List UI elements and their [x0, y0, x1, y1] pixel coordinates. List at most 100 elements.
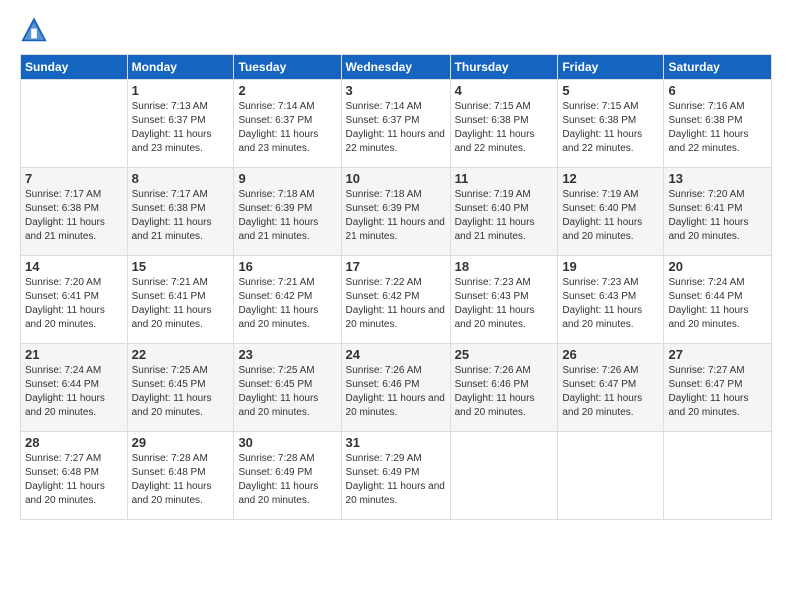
day-info: Sunrise: 7:19 AM Sunset: 6:40 PM Dayligh…: [455, 188, 554, 244]
day-number: 17: [346, 259, 446, 274]
day-number: 18: [455, 259, 554, 274]
day-number: 31: [346, 435, 446, 450]
calendar-cell: 2 Sunrise: 7:14 AM Sunset: 6:37 PM Dayli…: [234, 80, 341, 168]
calendar-cell: 6 Sunrise: 7:16 AM Sunset: 6:38 PM Dayli…: [664, 80, 772, 168]
calendar-cell: 23 Sunrise: 7:25 AM Sunset: 6:45 PM Dayl…: [234, 344, 341, 432]
weekday-header-saturday: Saturday: [664, 55, 772, 80]
week-row-5: 28 Sunrise: 7:27 AM Sunset: 6:48 PM Dayl…: [21, 432, 772, 520]
calendar-cell: 1 Sunrise: 7:13 AM Sunset: 6:37 PM Dayli…: [127, 80, 234, 168]
day-number: 25: [455, 347, 554, 362]
day-number: 22: [132, 347, 230, 362]
day-number: 29: [132, 435, 230, 450]
day-info: Sunrise: 7:15 AM Sunset: 6:38 PM Dayligh…: [562, 100, 659, 156]
weekday-header-wednesday: Wednesday: [341, 55, 450, 80]
day-number: 14: [25, 259, 123, 274]
week-row-4: 21 Sunrise: 7:24 AM Sunset: 6:44 PM Dayl…: [21, 344, 772, 432]
day-info: Sunrise: 7:19 AM Sunset: 6:40 PM Dayligh…: [562, 188, 659, 244]
day-info: Sunrise: 7:20 AM Sunset: 6:41 PM Dayligh…: [25, 276, 123, 332]
day-info: Sunrise: 7:23 AM Sunset: 6:43 PM Dayligh…: [455, 276, 554, 332]
day-info: Sunrise: 7:18 AM Sunset: 6:39 PM Dayligh…: [346, 188, 446, 244]
day-number: 7: [25, 171, 123, 186]
day-number: 1: [132, 83, 230, 98]
calendar-cell: [664, 432, 772, 520]
day-number: 21: [25, 347, 123, 362]
day-info: Sunrise: 7:14 AM Sunset: 6:37 PM Dayligh…: [238, 100, 336, 156]
calendar-cell: 25 Sunrise: 7:26 AM Sunset: 6:46 PM Dayl…: [450, 344, 558, 432]
day-info: Sunrise: 7:26 AM Sunset: 6:47 PM Dayligh…: [562, 364, 659, 420]
day-number: 24: [346, 347, 446, 362]
day-info: Sunrise: 7:23 AM Sunset: 6:43 PM Dayligh…: [562, 276, 659, 332]
day-number: 4: [455, 83, 554, 98]
day-info: Sunrise: 7:27 AM Sunset: 6:48 PM Dayligh…: [25, 452, 123, 508]
week-row-2: 7 Sunrise: 7:17 AM Sunset: 6:38 PM Dayli…: [21, 168, 772, 256]
weekday-header-monday: Monday: [127, 55, 234, 80]
calendar-cell: 22 Sunrise: 7:25 AM Sunset: 6:45 PM Dayl…: [127, 344, 234, 432]
calendar-cell: 15 Sunrise: 7:21 AM Sunset: 6:41 PM Dayl…: [127, 256, 234, 344]
day-info: Sunrise: 7:16 AM Sunset: 6:38 PM Dayligh…: [668, 100, 767, 156]
header: [20, 16, 772, 44]
calendar-cell: 19 Sunrise: 7:23 AM Sunset: 6:43 PM Dayl…: [558, 256, 664, 344]
calendar-cell: 17 Sunrise: 7:22 AM Sunset: 6:42 PM Dayl…: [341, 256, 450, 344]
page: SundayMondayTuesdayWednesdayThursdayFrid…: [0, 0, 792, 612]
day-number: 10: [346, 171, 446, 186]
day-info: Sunrise: 7:29 AM Sunset: 6:49 PM Dayligh…: [346, 452, 446, 508]
weekday-header-friday: Friday: [558, 55, 664, 80]
logo: [20, 16, 52, 44]
calendar-cell: [21, 80, 128, 168]
calendar-cell: 20 Sunrise: 7:24 AM Sunset: 6:44 PM Dayl…: [664, 256, 772, 344]
calendar-table: SundayMondayTuesdayWednesdayThursdayFrid…: [20, 54, 772, 520]
calendar-cell: 10 Sunrise: 7:18 AM Sunset: 6:39 PM Dayl…: [341, 168, 450, 256]
day-number: 12: [562, 171, 659, 186]
day-number: 23: [238, 347, 336, 362]
day-info: Sunrise: 7:21 AM Sunset: 6:42 PM Dayligh…: [238, 276, 336, 332]
day-info: Sunrise: 7:28 AM Sunset: 6:49 PM Dayligh…: [238, 452, 336, 508]
calendar-cell: 31 Sunrise: 7:29 AM Sunset: 6:49 PM Dayl…: [341, 432, 450, 520]
day-number: 19: [562, 259, 659, 274]
week-row-1: 1 Sunrise: 7:13 AM Sunset: 6:37 PM Dayli…: [21, 80, 772, 168]
calendar-cell: 21 Sunrise: 7:24 AM Sunset: 6:44 PM Dayl…: [21, 344, 128, 432]
day-info: Sunrise: 7:22 AM Sunset: 6:42 PM Dayligh…: [346, 276, 446, 332]
day-number: 9: [238, 171, 336, 186]
calendar-cell: 9 Sunrise: 7:18 AM Sunset: 6:39 PM Dayli…: [234, 168, 341, 256]
weekday-header-thursday: Thursday: [450, 55, 558, 80]
logo-icon: [20, 16, 48, 44]
day-info: Sunrise: 7:25 AM Sunset: 6:45 PM Dayligh…: [238, 364, 336, 420]
day-info: Sunrise: 7:17 AM Sunset: 6:38 PM Dayligh…: [25, 188, 123, 244]
day-info: Sunrise: 7:26 AM Sunset: 6:46 PM Dayligh…: [455, 364, 554, 420]
day-number: 16: [238, 259, 336, 274]
calendar-cell: [450, 432, 558, 520]
day-number: 8: [132, 171, 230, 186]
weekday-header-sunday: Sunday: [21, 55, 128, 80]
calendar-cell: 30 Sunrise: 7:28 AM Sunset: 6:49 PM Dayl…: [234, 432, 341, 520]
day-info: Sunrise: 7:21 AM Sunset: 6:41 PM Dayligh…: [132, 276, 230, 332]
day-info: Sunrise: 7:14 AM Sunset: 6:37 PM Dayligh…: [346, 100, 446, 156]
calendar-cell: 26 Sunrise: 7:26 AM Sunset: 6:47 PM Dayl…: [558, 344, 664, 432]
day-info: Sunrise: 7:20 AM Sunset: 6:41 PM Dayligh…: [668, 188, 767, 244]
calendar-cell: 14 Sunrise: 7:20 AM Sunset: 6:41 PM Dayl…: [21, 256, 128, 344]
calendar-cell: [558, 432, 664, 520]
day-number: 15: [132, 259, 230, 274]
day-number: 11: [455, 171, 554, 186]
day-info: Sunrise: 7:15 AM Sunset: 6:38 PM Dayligh…: [455, 100, 554, 156]
week-row-3: 14 Sunrise: 7:20 AM Sunset: 6:41 PM Dayl…: [21, 256, 772, 344]
day-number: 6: [668, 83, 767, 98]
calendar-cell: 8 Sunrise: 7:17 AM Sunset: 6:38 PM Dayli…: [127, 168, 234, 256]
weekday-header-row: SundayMondayTuesdayWednesdayThursdayFrid…: [21, 55, 772, 80]
day-number: 2: [238, 83, 336, 98]
day-number: 27: [668, 347, 767, 362]
day-info: Sunrise: 7:25 AM Sunset: 6:45 PM Dayligh…: [132, 364, 230, 420]
day-info: Sunrise: 7:26 AM Sunset: 6:46 PM Dayligh…: [346, 364, 446, 420]
day-number: 30: [238, 435, 336, 450]
calendar-cell: 29 Sunrise: 7:28 AM Sunset: 6:48 PM Dayl…: [127, 432, 234, 520]
day-number: 28: [25, 435, 123, 450]
calendar-cell: 11 Sunrise: 7:19 AM Sunset: 6:40 PM Dayl…: [450, 168, 558, 256]
day-number: 26: [562, 347, 659, 362]
day-info: Sunrise: 7:28 AM Sunset: 6:48 PM Dayligh…: [132, 452, 230, 508]
calendar-cell: 16 Sunrise: 7:21 AM Sunset: 6:42 PM Dayl…: [234, 256, 341, 344]
calendar-cell: 24 Sunrise: 7:26 AM Sunset: 6:46 PM Dayl…: [341, 344, 450, 432]
day-info: Sunrise: 7:24 AM Sunset: 6:44 PM Dayligh…: [668, 276, 767, 332]
weekday-header-tuesday: Tuesday: [234, 55, 341, 80]
day-number: 3: [346, 83, 446, 98]
calendar-cell: 13 Sunrise: 7:20 AM Sunset: 6:41 PM Dayl…: [664, 168, 772, 256]
day-info: Sunrise: 7:27 AM Sunset: 6:47 PM Dayligh…: [668, 364, 767, 420]
